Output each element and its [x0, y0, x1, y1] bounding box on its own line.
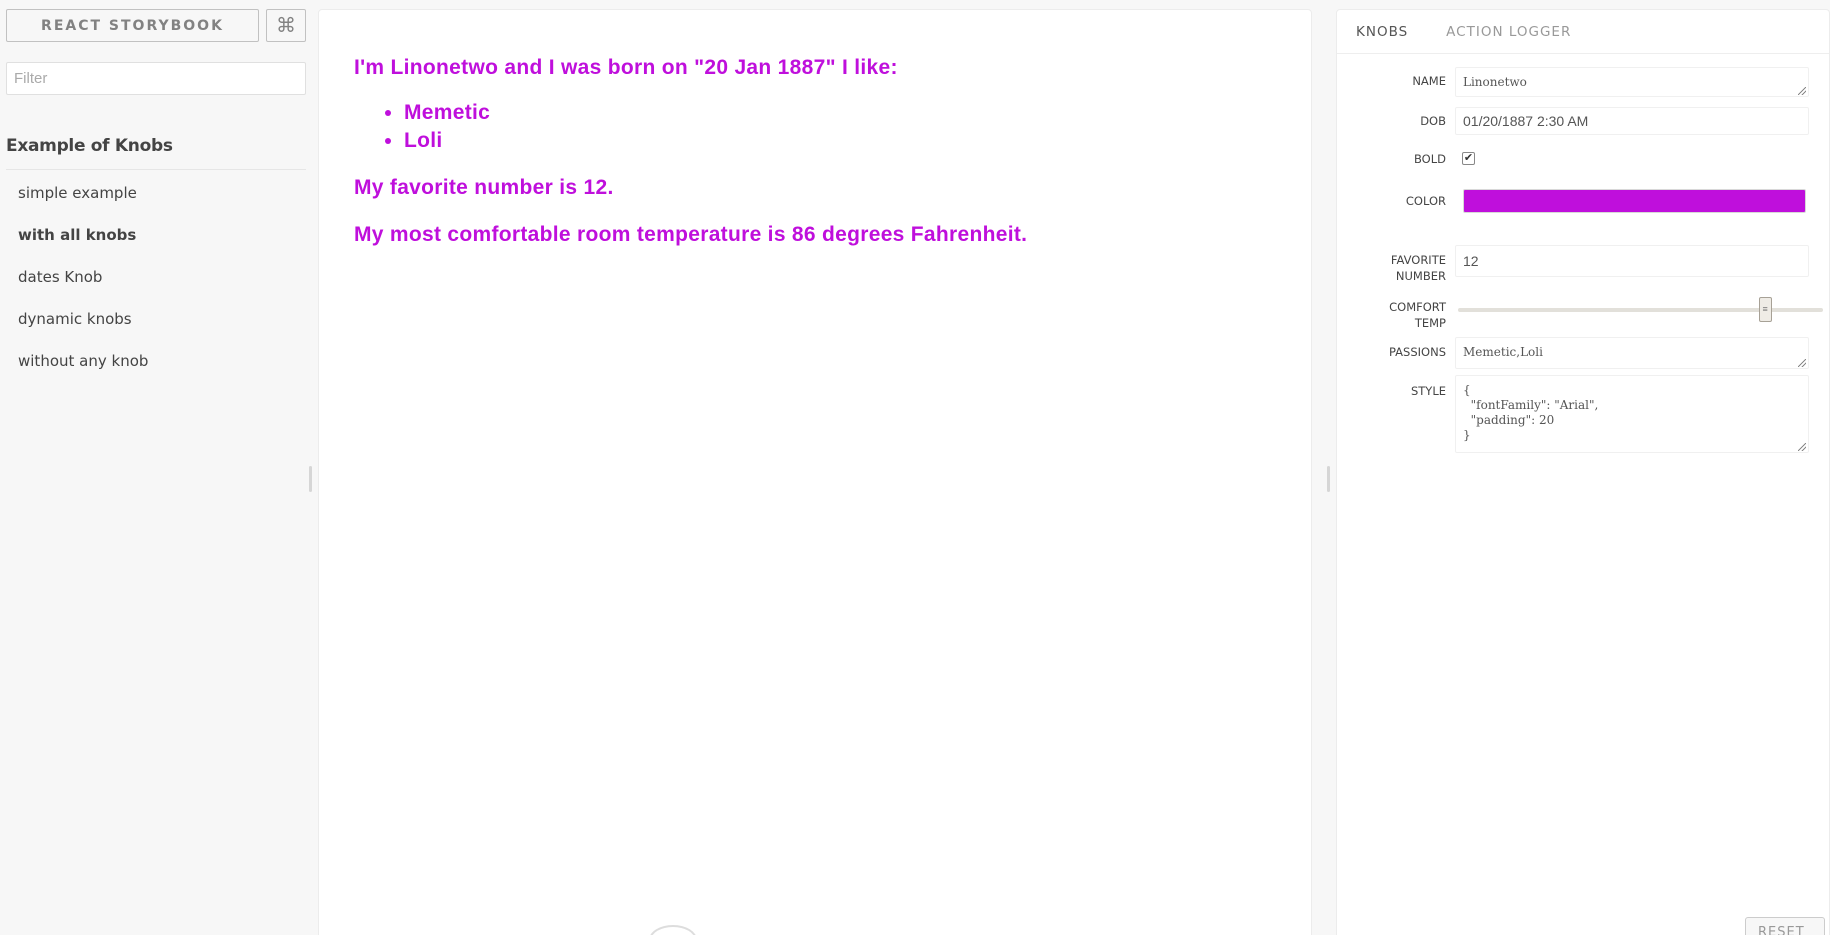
passion-item: Memetic: [404, 99, 1276, 127]
tab-action-logger[interactable]: ACTION LOGGER: [1446, 10, 1571, 53]
story-item-with-all-knobs[interactable]: with all knobs: [6, 214, 314, 256]
checkmark-icon: ✔: [1463, 152, 1474, 164]
knob-label-color: COLOR: [1405, 194, 1446, 208]
panel-tabs: KNOBS ACTION LOGGER: [1337, 10, 1829, 54]
story-item-simple-example[interactable]: simple example: [6, 172, 314, 214]
story-item-without-any-knob[interactable]: without any knob: [6, 340, 314, 382]
knob-label-style: STYLE: [1410, 384, 1446, 398]
story-list: simple example with all knobs dates Knob…: [6, 172, 314, 382]
addon-panel: KNOBS ACTION LOGGER NAME Linonetwo DOB 0…: [1336, 9, 1830, 935]
knob-label-name: NAME: [1412, 74, 1446, 88]
resize-grip-icon[interactable]: [1798, 443, 1806, 451]
preview-bottom-element: [649, 925, 697, 935]
passions-list: Memetic Loli: [404, 99, 1276, 155]
sidebar-resize-handle[interactable]: [309, 466, 312, 492]
command-icon[interactable]: ⌘: [266, 9, 306, 42]
knob-label-line: NUMBER: [1395, 269, 1446, 283]
knob-label-dob: DOB: [1420, 114, 1446, 128]
filter-input[interactable]: [6, 62, 306, 95]
knob-label-line: FAVORITE: [1390, 253, 1446, 267]
story-kind-title: Example of Knobs: [6, 136, 306, 170]
color-swatch[interactable]: [1463, 189, 1806, 213]
name-field[interactable]: Linonetwo: [1455, 67, 1809, 97]
knob-label-line: COMFORT: [1389, 300, 1446, 314]
knob-label-passions: PASSIONS: [1388, 345, 1446, 359]
comfort-temp-slider[interactable]: ≡: [1458, 297, 1823, 322]
resize-grip-icon[interactable]: [1798, 359, 1806, 367]
sidebar: REACT STORYBOOK ⌘ Example of Knobs simpl…: [0, 0, 314, 935]
favorite-number-text: My favorite number is 12.: [354, 176, 614, 199]
temperature-text: My most comfortable room temperature is …: [354, 223, 1028, 246]
style-field[interactable]: { "fontFamily": "Arial", "padding": 20 }: [1455, 375, 1809, 453]
knob-label-bold: BOLD: [1413, 152, 1446, 166]
bold-checkbox[interactable]: ✔: [1462, 152, 1475, 165]
storybook-brand-button[interactable]: REACT STORYBOOK: [6, 9, 259, 42]
story-item-dates-knob[interactable]: dates Knob: [6, 256, 314, 298]
resize-grip-icon[interactable]: [1798, 87, 1806, 95]
sidebar-header: REACT STORYBOOK ⌘: [6, 9, 314, 42]
dob-field[interactable]: 01/20/1887 2:30 AM: [1455, 107, 1809, 135]
knob-label-favorite-number: FAVORITE NUMBER: [1356, 252, 1446, 284]
preview-frame: I'm Linonetwo and I was born on "20 Jan …: [318, 9, 1312, 935]
passion-item: Loli: [404, 127, 1276, 155]
favorite-number-field[interactable]: 12: [1455, 245, 1809, 277]
passions-field[interactable]: Memetic,Loli: [1455, 337, 1809, 369]
knob-label-comfort-temp: COMFORT TEMP: [1356, 299, 1446, 331]
preview-content: I'm Linonetwo and I was born on "20 Jan …: [319, 10, 1311, 283]
reset-button[interactable]: RESET: [1745, 917, 1825, 935]
slider-thumb-icon[interactable]: ≡: [1758, 297, 1772, 322]
story-item-dynamic-knobs[interactable]: dynamic knobs: [6, 298, 314, 340]
panel-resize-handle[interactable]: [1327, 466, 1330, 492]
tab-knobs[interactable]: KNOBS: [1356, 10, 1408, 53]
knob-label-line: TEMP: [1414, 316, 1446, 330]
intro-text: I'm Linonetwo and I was born on "20 Jan …: [354, 56, 898, 79]
